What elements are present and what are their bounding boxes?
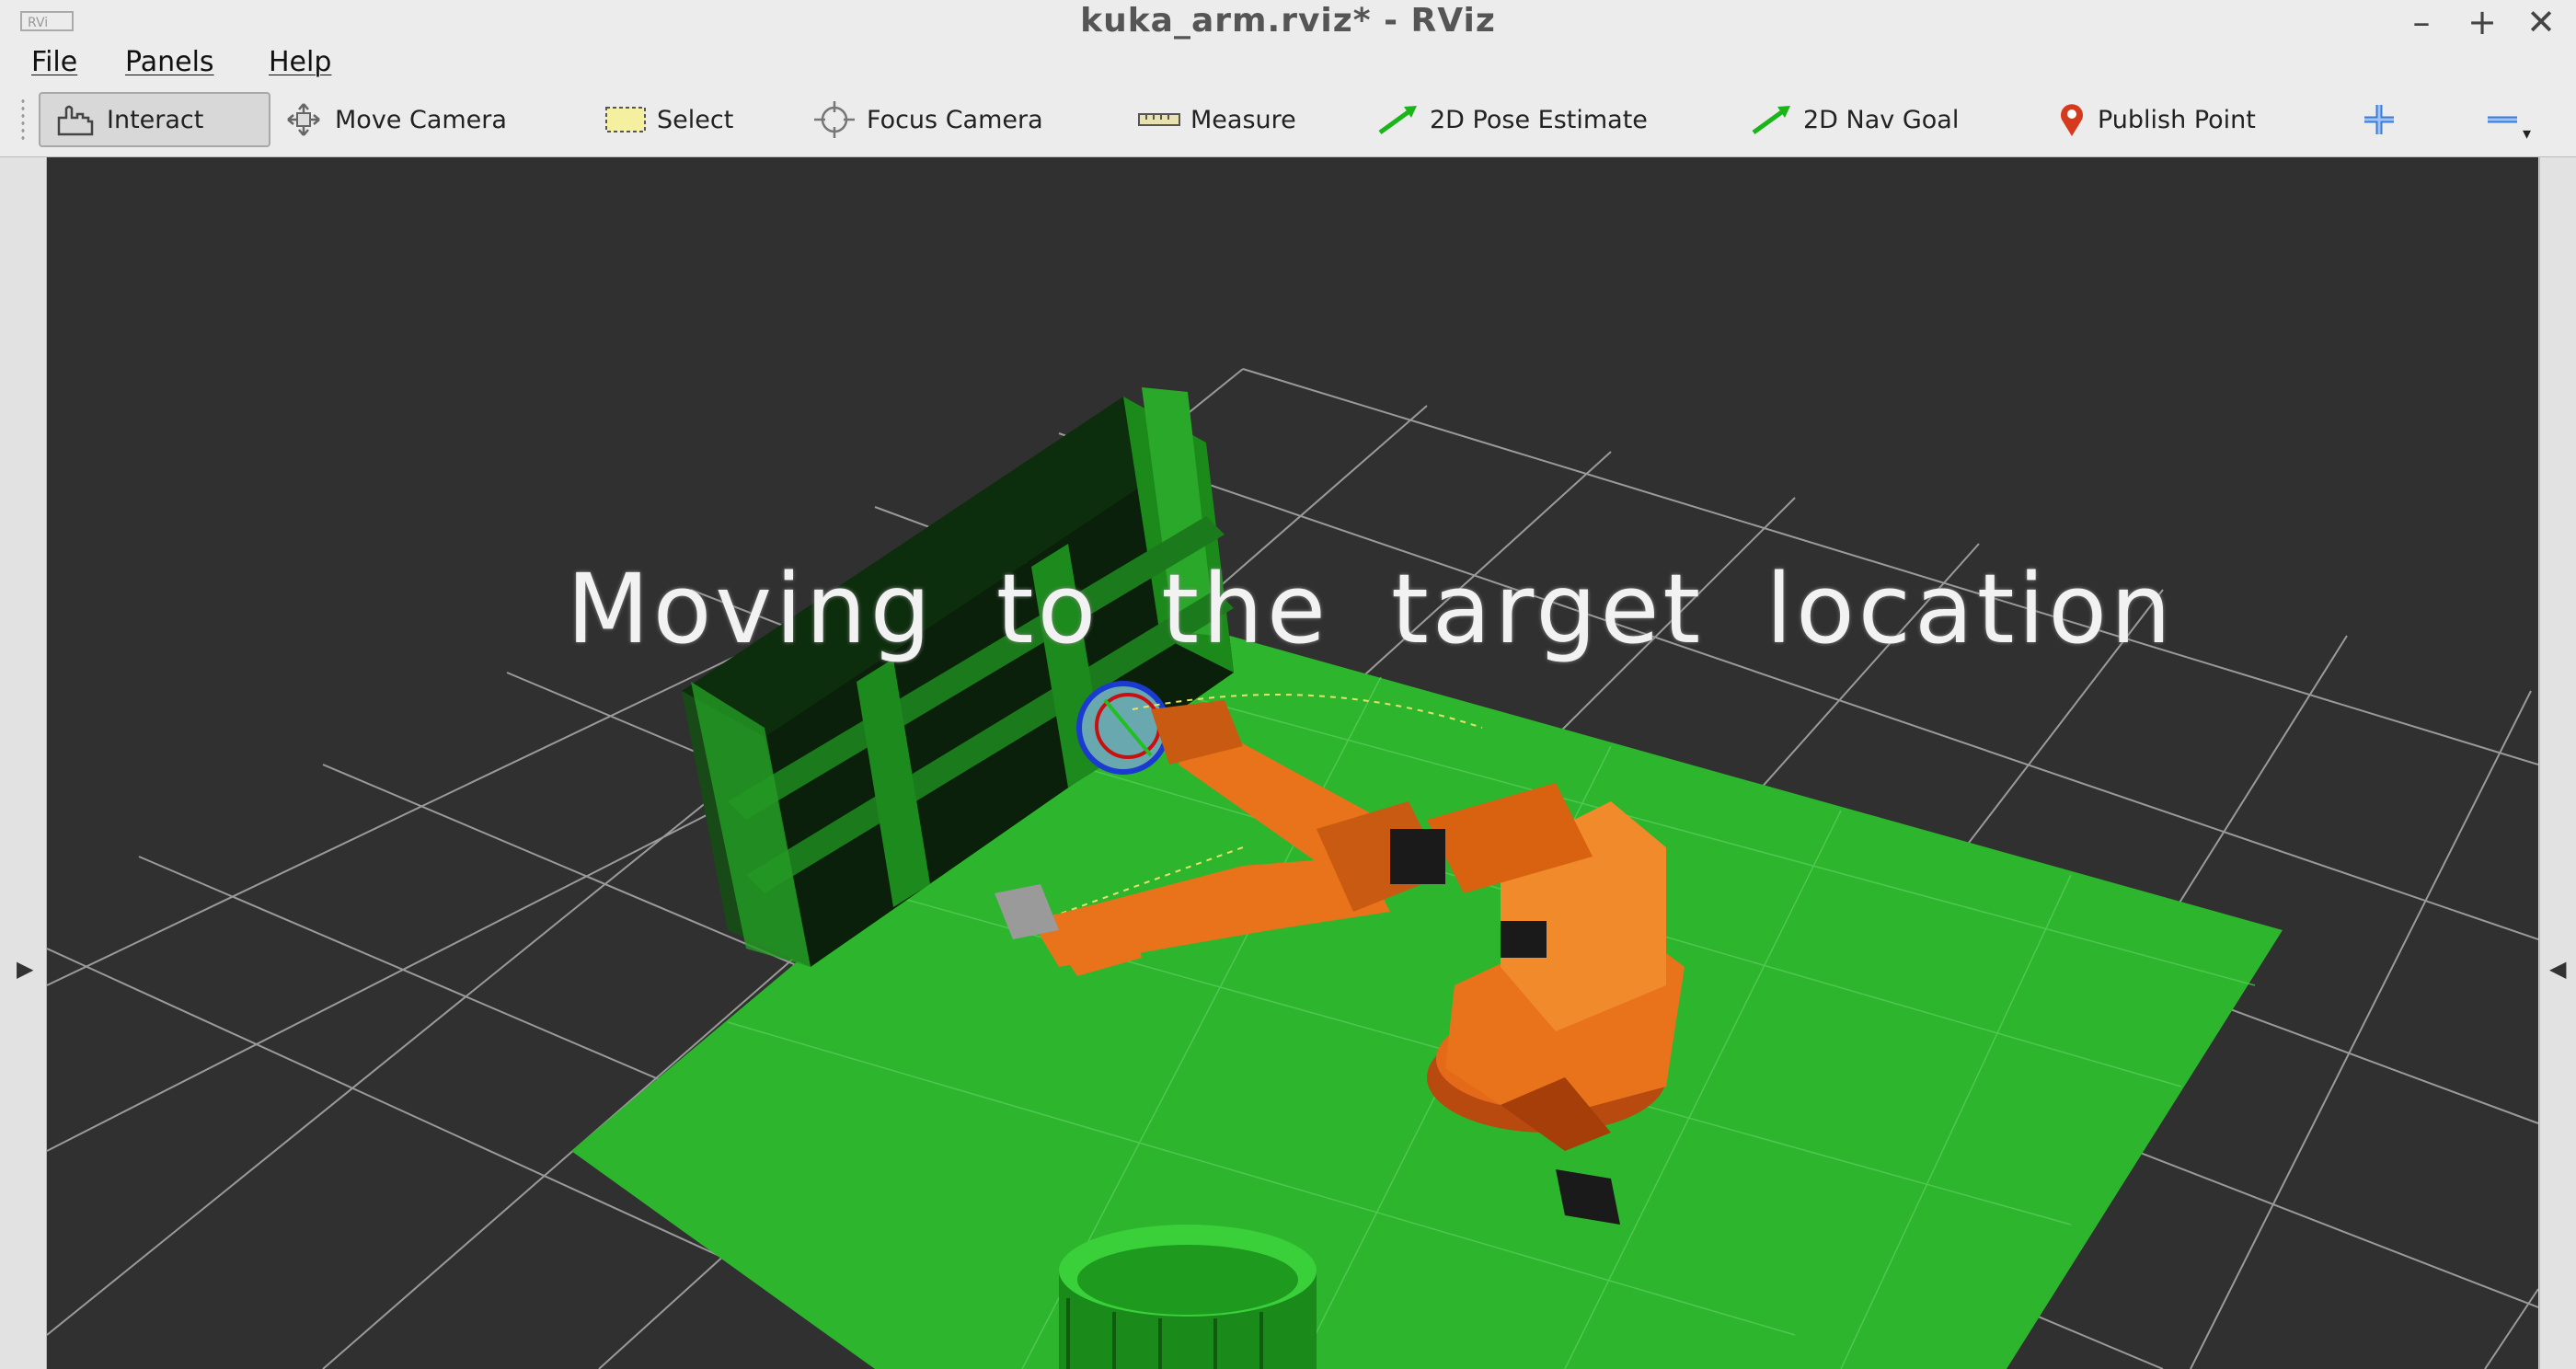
tool-move-camera[interactable]: Move Camera <box>282 92 507 147</box>
remove-tool-button[interactable] <box>2484 92 2521 147</box>
tool-publish-point-label: Publish Point <box>2098 105 2256 134</box>
target-marker <box>1076 681 1170 775</box>
tool-interact-label: Interact <box>107 105 204 134</box>
add-tool-icon <box>2364 105 2394 134</box>
green-bin <box>1059 1225 1317 1369</box>
map-pin-icon <box>2061 104 2083 136</box>
tool-measure[interactable]: Measure <box>1137 92 1296 147</box>
tool-focus-camera-label: Focus Camera <box>867 105 1043 134</box>
hand-icon <box>57 105 94 136</box>
status-overlay-text: Moving to the target location <box>567 553 2175 665</box>
left-dock-collapsed[interactable]: ▶ <box>0 157 47 1369</box>
tool-measure-label: Measure <box>1190 105 1296 134</box>
tool-interact[interactable]: Interact <box>39 92 270 147</box>
right-dock-collapsed[interactable]: ◀ <box>2539 157 2576 1369</box>
tool-2d-nav-goal[interactable]: 2D Nav Goal <box>1750 92 1959 147</box>
minimize-icon[interactable]: – <box>2401 4 2442 40</box>
green-arrow-icon <box>1752 106 1790 135</box>
menu-help[interactable]: Help <box>269 42 331 83</box>
menu-bar: File Panels Help <box>0 42 2576 83</box>
3d-render-viewport[interactable]: Moving to the target location <box>47 157 2538 1369</box>
tool-focus-camera[interactable]: Focus Camera <box>811 92 1043 147</box>
close-icon[interactable]: ✕ <box>2521 4 2561 40</box>
tool-select-label: Select <box>657 105 734 134</box>
tool-2d-pose-estimate-label: 2D Pose Estimate <box>1430 105 1648 134</box>
expand-right-panel-icon[interactable]: ◀ <box>2549 956 2566 982</box>
select-box-icon <box>605 107 646 132</box>
maximize-icon[interactable]: + <box>2462 4 2502 40</box>
scene-graphics <box>47 368 2538 1369</box>
remove-tool-icon <box>2488 116 2517 123</box>
green-arrow-icon <box>1378 106 1417 135</box>
toolbar-overflow-icon[interactable]: ▾ <box>2523 120 2531 147</box>
title-bar: RVi kuka_arm.rviz* - RViz – + ✕ <box>0 0 2576 43</box>
window-title: kuka_arm.rviz* - RViz <box>1080 2 1496 40</box>
ruler-icon <box>1138 113 1180 126</box>
tool-publish-point[interactable]: Publish Point <box>2055 92 2256 147</box>
tool-2d-pose-estimate[interactable]: 2D Pose Estimate <box>1376 92 1648 147</box>
add-tool-button[interactable] <box>2361 92 2398 147</box>
tools-toolbar: Interact Move Camera Select Focus Camera… <box>0 83 2576 157</box>
menu-file[interactable]: File <box>31 42 77 83</box>
tool-select[interactable]: Select <box>604 92 733 147</box>
menu-panels[interactable]: Panels <box>125 42 214 83</box>
tool-2d-nav-goal-label: 2D Nav Goal <box>1803 105 1960 134</box>
focus-camera-icon <box>814 101 855 138</box>
tool-move-camera-label: Move Camera <box>335 105 507 134</box>
expand-left-panel-icon[interactable]: ▶ <box>17 956 33 982</box>
move-camera-icon <box>287 103 320 136</box>
toolbar-grip[interactable] <box>20 98 26 142</box>
